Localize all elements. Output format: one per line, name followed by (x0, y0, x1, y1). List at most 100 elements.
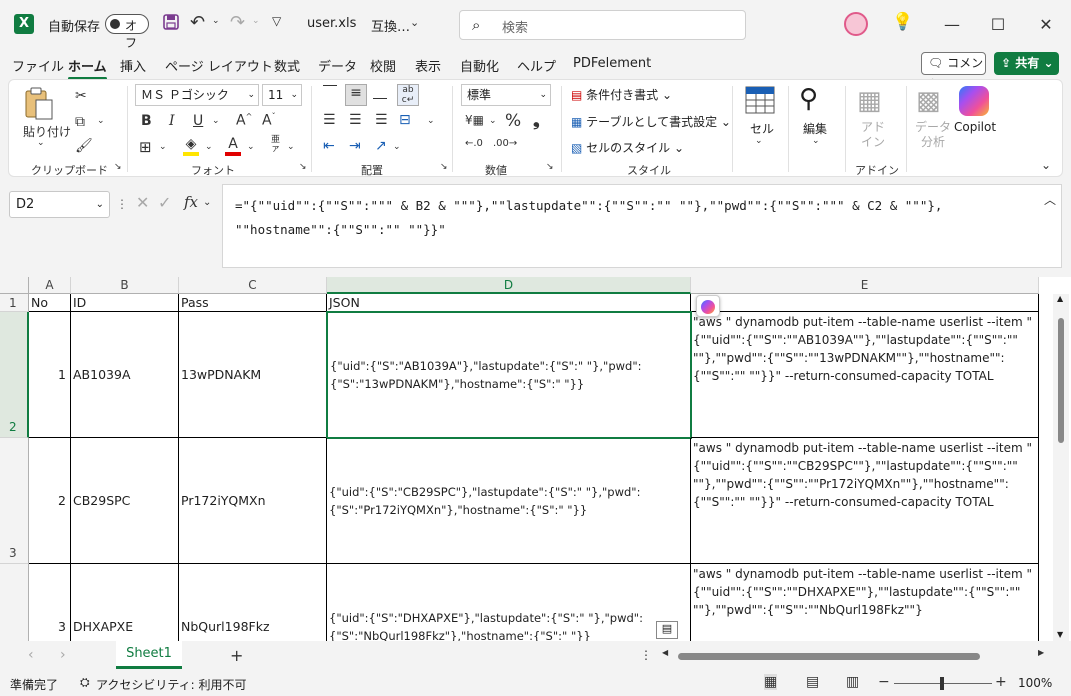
undo-dropdown-icon[interactable]: ⌄ (212, 16, 220, 26)
tab-data[interactable]: データ (318, 56, 357, 75)
increase-decimal-icon[interactable]: ←.0 (465, 138, 483, 149)
cell-b2[interactable]: AB1039A (71, 312, 179, 438)
zoom-slider-thumb[interactable] (940, 677, 944, 690)
cell-d1[interactable]: JSON (327, 294, 691, 312)
phonetic-icon[interactable]: 亜ァ (271, 136, 280, 154)
col-header-c[interactable]: C (179, 277, 327, 294)
increase-indent-icon[interactable]: ⇥ (349, 138, 361, 154)
cell-e1[interactable] (691, 294, 1039, 312)
avatar[interactable] (844, 12, 868, 36)
paste-icon[interactable] (23, 86, 59, 122)
cell-b3[interactable]: CB29SPC (71, 438, 179, 564)
dialog-launcher-icon[interactable]: ↘ (546, 162, 554, 172)
scroll-right-icon[interactable]: ▶ (1038, 648, 1044, 657)
cell-b4[interactable]: DHXAPXE (71, 564, 179, 641)
copy-icon[interactable]: ⧉ (75, 114, 85, 130)
orientation-icon[interactable]: ↗ (375, 138, 387, 154)
add-sheet-icon[interactable]: + (230, 646, 243, 665)
border-dropdown-icon[interactable]: ⌄ (159, 142, 167, 152)
cell-b1[interactable]: ID (71, 294, 179, 312)
format-painter-icon[interactable]: 🖌 (75, 138, 93, 154)
number-format-select[interactable]: 標準 ⌄ (461, 84, 551, 106)
dialog-launcher-icon[interactable]: ↘ (114, 162, 122, 172)
horizontal-scroll-thumb[interactable] (678, 653, 980, 660)
merge-dropdown-icon[interactable]: ⌄ (427, 116, 435, 126)
dialog-launcher-icon[interactable]: ↘ (440, 162, 448, 172)
cells-button[interactable]: セル (750, 120, 774, 137)
search-box[interactable]: ⌕ 検索 (459, 10, 746, 40)
cells-dropdown-icon[interactable]: ⌄ (755, 136, 763, 146)
row-header-4[interactable] (0, 564, 29, 641)
cells-icon[interactable] (745, 86, 775, 117)
currency-icon[interactable]: ¥▦ (465, 113, 484, 127)
cell-a1[interactable]: No (29, 294, 71, 312)
save-icon[interactable] (161, 13, 181, 33)
underline-dropdown-icon[interactable]: ⌄ (212, 116, 220, 126)
next-sheet-icon[interactable]: › (60, 647, 66, 663)
formula-bar[interactable]: ="{""uid"":{""S"":""" & B2 & """},""last… (222, 184, 1062, 268)
format-as-table-button[interactable]: ▦ テーブルとして書式設定 ⌄ (571, 113, 731, 130)
status-accessibility[interactable]: アクセシビリティ: 利用不可 (96, 676, 247, 693)
fill-color-icon[interactable]: ◈ (183, 136, 199, 156)
fill-color-dropdown-icon[interactable]: ⌄ (205, 142, 213, 152)
currency-dropdown-icon[interactable]: ⌄ (489, 116, 497, 126)
font-color-icon[interactable]: A (225, 136, 241, 156)
prev-sheet-icon[interactable]: ‹ (28, 647, 34, 663)
tab-review[interactable]: 校閲 (370, 56, 396, 75)
undo-icon[interactable]: ↶ (190, 12, 205, 33)
align-middle-icon[interactable]: ≡ (345, 84, 367, 106)
row-header-2[interactable]: 2 (0, 312, 29, 438)
orientation-dropdown-icon[interactable]: ⌄ (393, 142, 401, 152)
editing-button[interactable]: 編集 (803, 120, 827, 137)
col-header-e[interactable]: E (691, 277, 1039, 294)
col-header-d[interactable]: D (327, 277, 691, 294)
decrease-font-icon[interactable]: Aˇ (262, 112, 276, 129)
vertical-scrollbar[interactable]: ▲ ▼ (1053, 294, 1069, 641)
zoom-in-icon[interactable]: + (995, 674, 1007, 690)
align-right-icon[interactable]: ☰ (375, 112, 388, 128)
tab-page-layout[interactable]: ページ レイアウト (165, 56, 273, 75)
more-icon[interactable]: ⋮ (116, 197, 128, 211)
editing-dropdown-icon[interactable]: ⌄ (812, 136, 820, 146)
paste-dropdown-icon[interactable]: ⌄ (37, 138, 45, 148)
cell-d4[interactable]: {"uid":{"S":"DHXAPXE"},"lastupdate":{"S"… (327, 564, 691, 641)
cell-a3[interactable]: 2 (29, 438, 71, 564)
tab-insert[interactable]: 挿入 (120, 56, 146, 75)
tab-pdfelement[interactable]: PDFelement (573, 56, 651, 71)
comment-button[interactable]: 🗨 コメント (921, 52, 986, 91)
zoom-level[interactable]: 100% (1018, 676, 1052, 690)
row-header-3[interactable]: 3 (0, 438, 29, 564)
cell-e3[interactable]: "aws " dynamodb put-item --table-name us… (691, 438, 1039, 564)
chevron-down-icon[interactable]: ⌄ (410, 16, 419, 29)
close-button[interactable]: ✕ (1023, 10, 1069, 40)
fx-dropdown-icon[interactable]: ⌄ (203, 197, 211, 208)
font-name-select[interactable]: ＭＳ Ｐゴシック ⌄ (135, 84, 259, 106)
underline-icon[interactable]: U (193, 113, 203, 129)
page-layout-view-icon[interactable]: ▤ (806, 674, 819, 690)
italic-icon[interactable]: I (169, 113, 175, 129)
tab-help[interactable]: ヘルプ (517, 56, 556, 75)
align-top-icon[interactable]: ⎺ (323, 84, 337, 100)
cell-c4[interactable]: NbQurl198Fkz (179, 564, 327, 641)
border-icon[interactable]: ⊞ (139, 138, 152, 156)
tab-formulas[interactable]: 数式 (274, 56, 300, 75)
cell-d3[interactable]: {"uid":{"S":"CB29SPC"},"lastupdate":{"S"… (327, 438, 691, 564)
customize-qat-icon[interactable]: ▽ (272, 14, 281, 28)
maximize-button[interactable]: ☐ (975, 10, 1021, 40)
paste-button[interactable]: 貼り付け (23, 123, 71, 140)
cell-styles-button[interactable]: ▧ セルのスタイル ⌄ (571, 139, 684, 156)
cell-a4[interactable]: 3 (29, 564, 71, 641)
col-header-b[interactable]: B (71, 277, 179, 294)
tab-view[interactable]: 表示 (415, 56, 441, 75)
spreadsheet-grid[interactable]: A B C D E 1 No ID Pass JSON 2 1 AB1039A … (0, 277, 1071, 641)
tab-home[interactable]: ホーム (68, 56, 107, 80)
cell-c1[interactable]: Pass (179, 294, 327, 312)
increase-font-icon[interactable]: A^ (236, 112, 252, 129)
copilot-icon[interactable] (959, 86, 989, 116)
row-header-1[interactable]: 1 (0, 294, 29, 312)
conditional-format-button[interactable]: ▤ 条件付き書式 ⌄ (571, 86, 672, 103)
accessibility-icon[interactable]: ⛭ (80, 675, 90, 690)
quick-analysis-icon[interactable]: ▤ (656, 621, 678, 639)
decrease-indent-icon[interactable]: ⇤ (323, 138, 335, 154)
align-center-icon[interactable]: ☰ (349, 112, 362, 128)
